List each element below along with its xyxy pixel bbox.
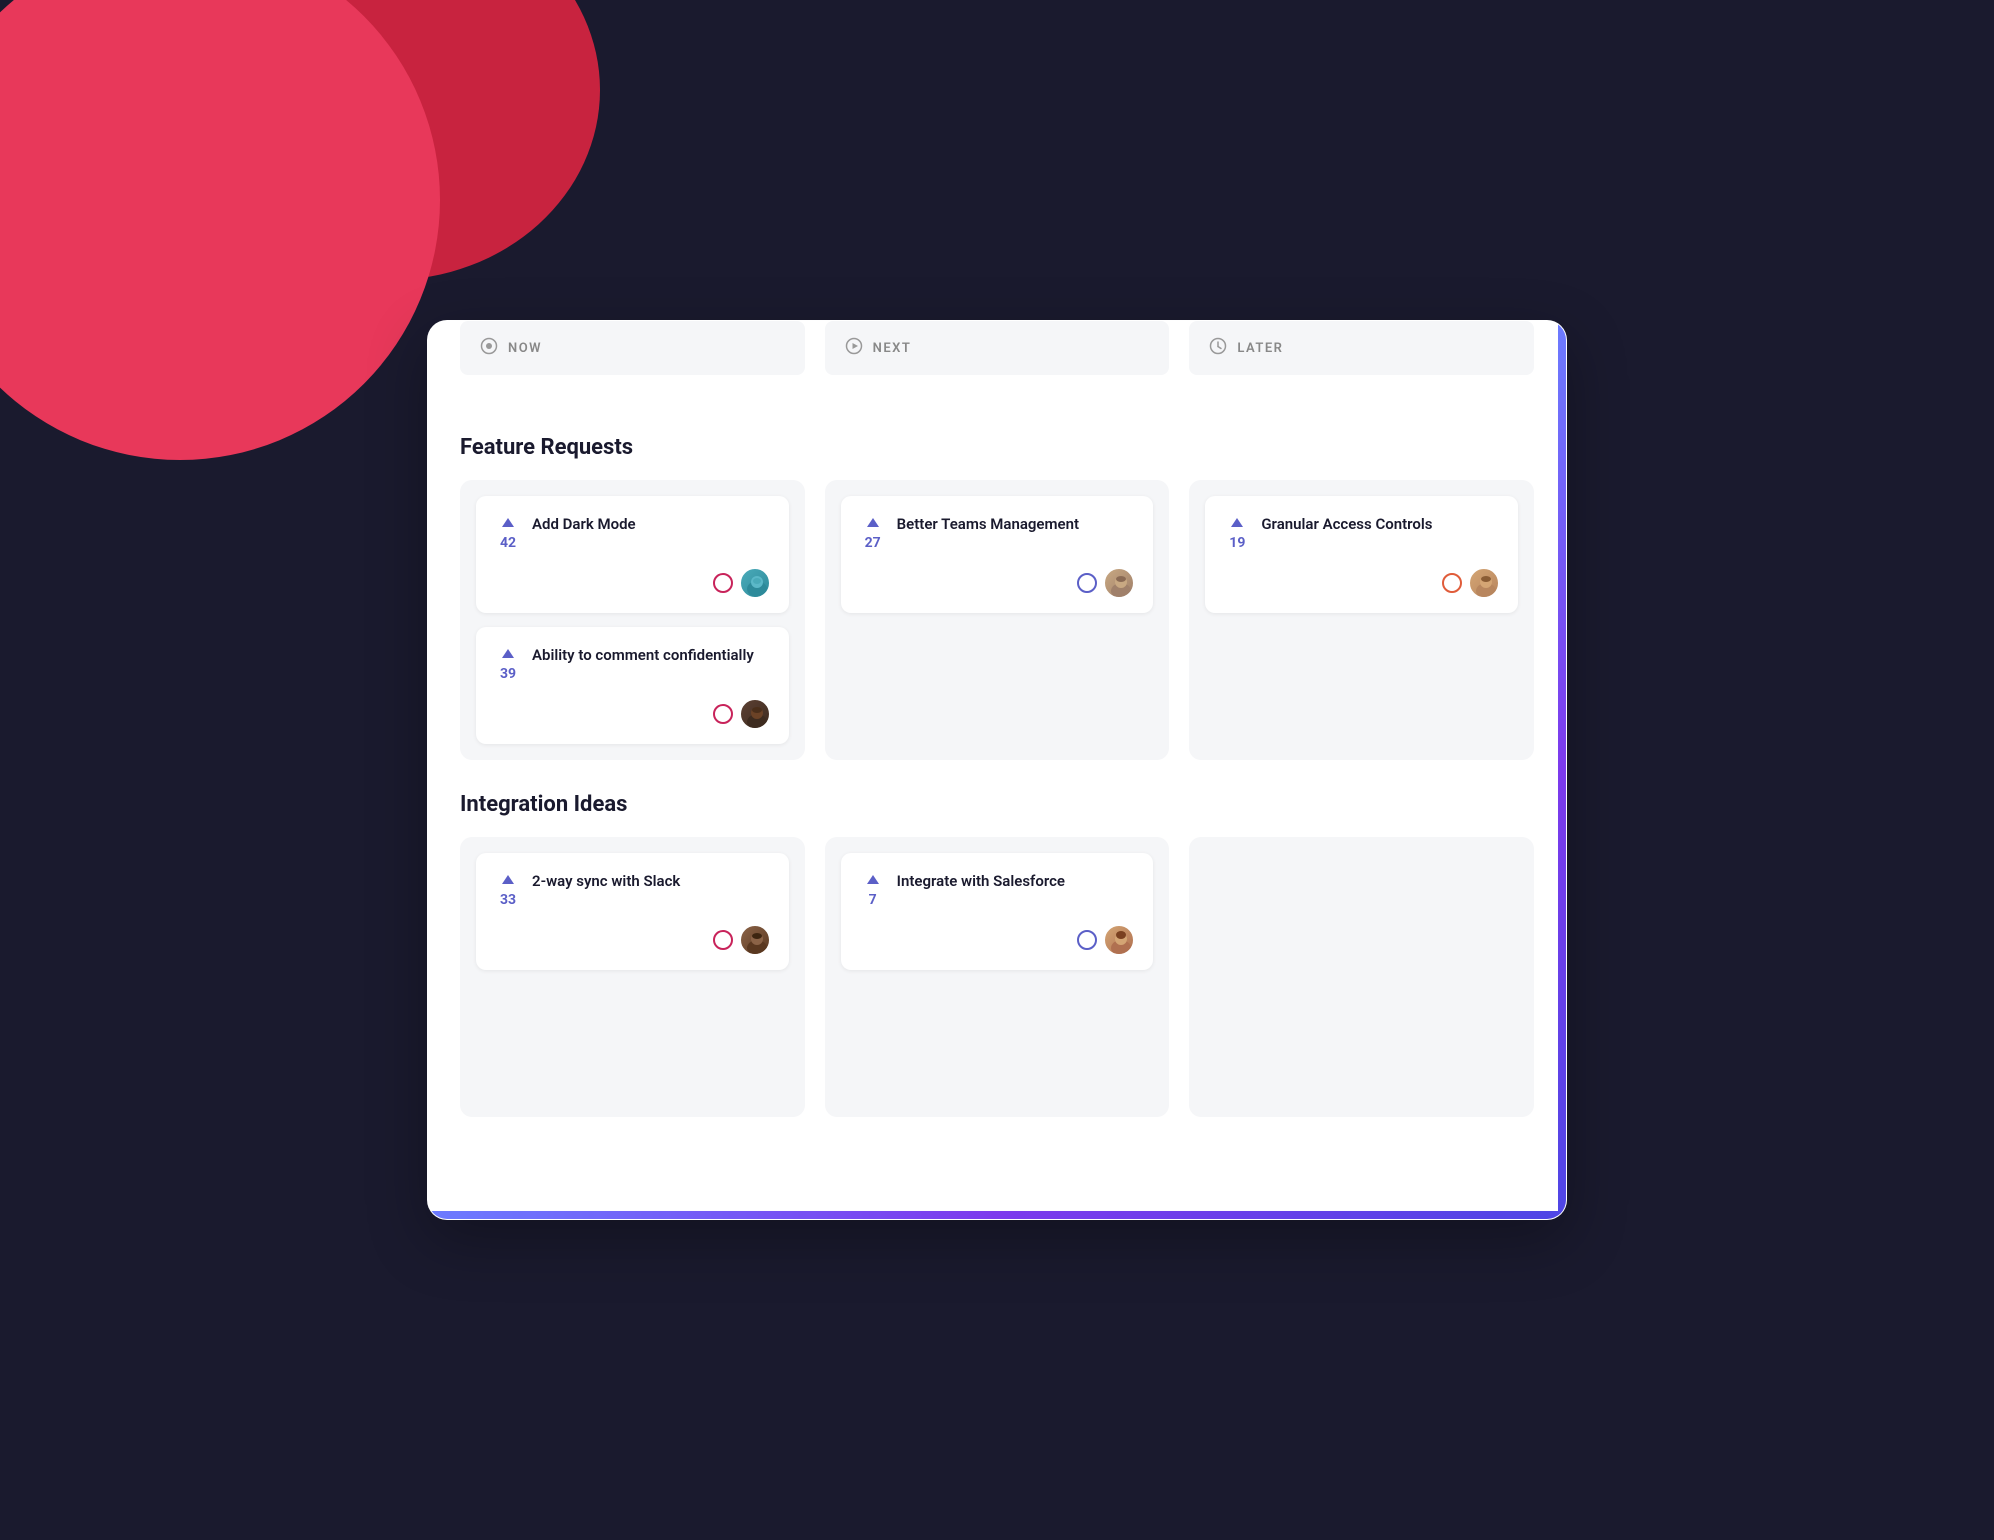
vote-count: 27 <box>865 535 881 551</box>
column-header-later: LATER <box>1189 321 1534 375</box>
card-footer <box>494 567 771 599</box>
status-dot <box>713 704 733 724</box>
play-icon <box>845 337 863 359</box>
card-comment-confidentially[interactable]: 39 Ability to comment confidentially <box>476 627 789 744</box>
avatar <box>1468 567 1500 599</box>
status-dot <box>1077 930 1097 950</box>
vote-count: 39 <box>500 666 516 682</box>
column-now-label: NOW <box>508 341 542 356</box>
vote-section: 19 <box>1223 514 1251 551</box>
card-top: 27 Better Teams Management <box>859 514 1136 551</box>
upvote-icon <box>865 514 881 533</box>
card-top: 19 Granular Access Controls <box>1223 514 1500 551</box>
card-add-dark-mode[interactable]: 42 Add Dark Mode <box>476 496 789 613</box>
card-granular-access[interactable]: 19 Granular Access Controls <box>1205 496 1518 613</box>
column-later-label: LATER <box>1237 341 1283 356</box>
status-dot <box>713 573 733 593</box>
integration-ideas-later-column <box>1189 837 1534 1117</box>
upvote-icon <box>865 871 881 890</box>
bg-decoration-pink <box>0 0 440 460</box>
vote-section: 42 <box>494 514 522 551</box>
upvote-icon <box>500 514 516 533</box>
main-content: NOW NEXT <box>428 321 1566 1157</box>
upvote-icon <box>500 645 516 664</box>
vote-count: 33 <box>500 892 516 908</box>
status-dot <box>713 930 733 950</box>
card-top: 33 2-way sync with Slack <box>494 871 771 908</box>
card-footer <box>494 924 771 956</box>
feature-requests-title: Feature Requests <box>460 403 1534 460</box>
vote-section: 39 <box>494 645 522 682</box>
integration-ideas-next-column: 7 Integrate with Salesforce <box>825 837 1170 1117</box>
vote-section: 27 <box>859 514 887 551</box>
card-top: 42 Add Dark Mode <box>494 514 771 551</box>
card-title: Granular Access Controls <box>1261 514 1500 535</box>
integration-ideas-title: Integration Ideas <box>460 760 1534 817</box>
feature-requests-now-column: 42 Add Dark Mode <box>460 480 805 760</box>
card-title: Ability to comment confidentially <box>532 645 771 666</box>
card-salesforce[interactable]: 7 Integrate with Salesforce <box>841 853 1154 970</box>
column-next-label: NEXT <box>873 341 912 356</box>
feature-requests-next-column: 27 Better Teams Management <box>825 480 1170 760</box>
feature-requests-board: 42 Add Dark Mode <box>460 480 1534 760</box>
upvote-icon <box>1229 514 1245 533</box>
app-container: NOW NEXT <box>427 320 1567 1220</box>
feature-requests-later-column: 19 Granular Access Controls <box>1189 480 1534 760</box>
card-footer <box>859 567 1136 599</box>
column-header-next: NEXT <box>825 321 1170 375</box>
feature-requests-now-inner: 42 Add Dark Mode <box>476 496 789 744</box>
card-title: Better Teams Management <box>897 514 1136 535</box>
card-footer <box>494 698 771 730</box>
clock-icon <box>1209 337 1227 359</box>
integration-ideas-board: 33 2-way sync with Slack <box>460 837 1534 1117</box>
avatar <box>1103 567 1135 599</box>
avatar <box>739 698 771 730</box>
card-title: Add Dark Mode <box>532 514 771 535</box>
upvote-icon <box>500 871 516 890</box>
avatar <box>739 567 771 599</box>
columns-header: NOW NEXT <box>460 321 1534 375</box>
avatar <box>1103 924 1135 956</box>
card-footer <box>1223 567 1500 599</box>
avatar <box>739 924 771 956</box>
feature-requests-later-inner: 19 Granular Access Controls <box>1205 496 1518 613</box>
feature-requests-next-inner: 27 Better Teams Management <box>841 496 1154 613</box>
vote-section: 7 <box>859 871 887 908</box>
column-header-now: NOW <box>460 321 805 375</box>
status-dot <box>1442 573 1462 593</box>
card-top: 39 Ability to comment confidentially <box>494 645 771 682</box>
integration-ideas-now-column: 33 2-way sync with Slack <box>460 837 805 1117</box>
vote-count: 7 <box>869 892 877 908</box>
vote-count: 42 <box>500 535 516 551</box>
integration-ideas-next-inner: 7 Integrate with Salesforce <box>841 853 1154 970</box>
card-title: 2-way sync with Slack <box>532 871 771 892</box>
status-dot <box>1077 573 1097 593</box>
integration-ideas-now-inner: 33 2-way sync with Slack <box>476 853 789 970</box>
card-title: Integrate with Salesforce <box>897 871 1136 892</box>
record-icon <box>480 337 498 359</box>
card-better-teams[interactable]: 27 Better Teams Management <box>841 496 1154 613</box>
vote-count: 19 <box>1229 535 1245 551</box>
card-top: 7 Integrate with Salesforce <box>859 871 1136 908</box>
card-slack-sync[interactable]: 33 2-way sync with Slack <box>476 853 789 970</box>
vote-section: 33 <box>494 871 522 908</box>
card-footer <box>859 924 1136 956</box>
